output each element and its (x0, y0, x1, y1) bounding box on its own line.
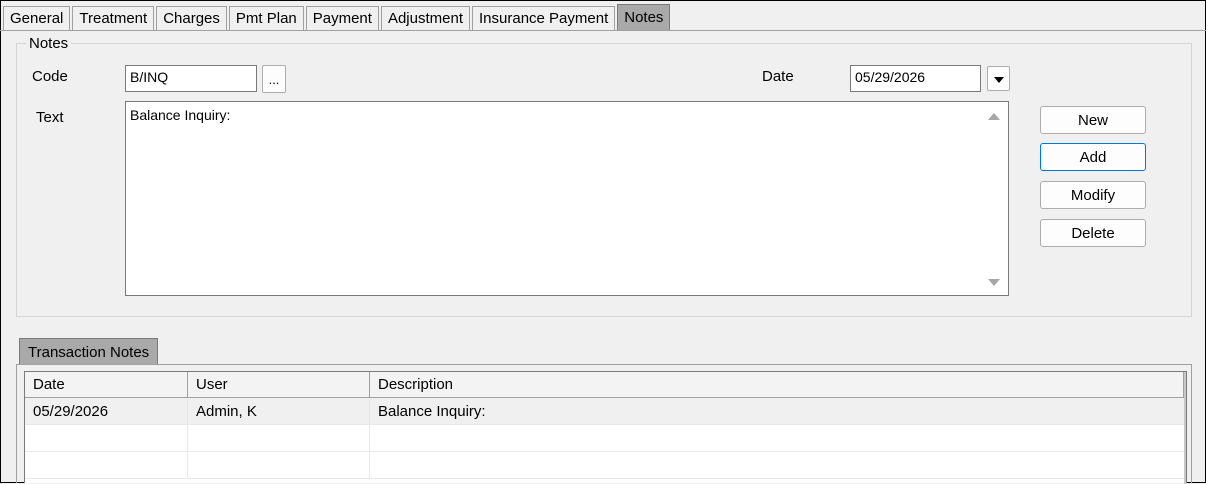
code-input[interactable]: B/INQ (125, 65, 257, 92)
add-button[interactable]: Add (1040, 143, 1146, 171)
modify-button[interactable]: Modify (1040, 181, 1146, 209)
tab-general[interactable]: General (3, 6, 71, 30)
text-label: Text (36, 109, 64, 126)
cell-user: Admin, K (188, 398, 370, 424)
cell-empty (25, 425, 188, 451)
scroll-up-icon[interactable] (988, 113, 1000, 120)
notes-group-legend: Notes (26, 35, 72, 52)
cell-description: Balance Inquiry: (370, 398, 1185, 424)
note-text-area[interactable]: Balance Inquiry: (125, 101, 1009, 296)
table-row-empty (25, 425, 1185, 452)
tab-insurance-payment[interactable]: Insurance Payment (472, 6, 616, 30)
column-header-date[interactable]: Date (25, 372, 188, 397)
date-dropdown-button[interactable] (987, 66, 1010, 91)
column-header-user[interactable]: User (188, 372, 370, 397)
cell-date: 05/29/2026 (25, 398, 188, 424)
cell-empty (188, 425, 370, 451)
scroll-down-icon[interactable] (988, 279, 1000, 286)
date-input[interactable]: 05/29/2026 (850, 65, 981, 92)
tab-treatment[interactable]: Treatment (72, 6, 155, 30)
delete-button[interactable]: Delete (1040, 219, 1146, 247)
tab-transaction-notes[interactable]: Transaction Notes (19, 338, 159, 365)
cell-empty (25, 452, 188, 478)
note-text-content: Balance Inquiry: (130, 107, 231, 123)
new-button[interactable]: New (1040, 106, 1146, 134)
code-label: Code (32, 68, 68, 85)
tab-strip: General Treatment Charges Pmt Plan Payme… (3, 4, 672, 30)
date-label: Date (762, 68, 794, 85)
grid-header: Date User Description (25, 372, 1185, 398)
code-browse-button[interactable]: ... (262, 65, 286, 93)
transaction-notes-grid: Date User Description 05/29/2026 Admin, … (24, 371, 1187, 484)
cell-empty (370, 452, 1185, 478)
tab-payment[interactable]: Payment (305, 6, 379, 30)
column-header-description[interactable]: Description (370, 372, 1185, 397)
table-row[interactable]: 05/29/2026 Admin, K Balance Inquiry: (25, 398, 1185, 425)
tab-divider (0, 30, 1206, 31)
chevron-down-icon (994, 77, 1004, 83)
cell-empty (188, 452, 370, 478)
tab-notes[interactable]: Notes (617, 4, 671, 30)
tab-adjustment[interactable]: Adjustment (380, 6, 470, 30)
tab-charges[interactable]: Charges (156, 6, 227, 30)
grid-right-edge (1184, 372, 1186, 484)
cell-empty (370, 425, 1185, 451)
table-row-empty (25, 452, 1185, 479)
tab-pmt-plan[interactable]: Pmt Plan (228, 6, 304, 30)
